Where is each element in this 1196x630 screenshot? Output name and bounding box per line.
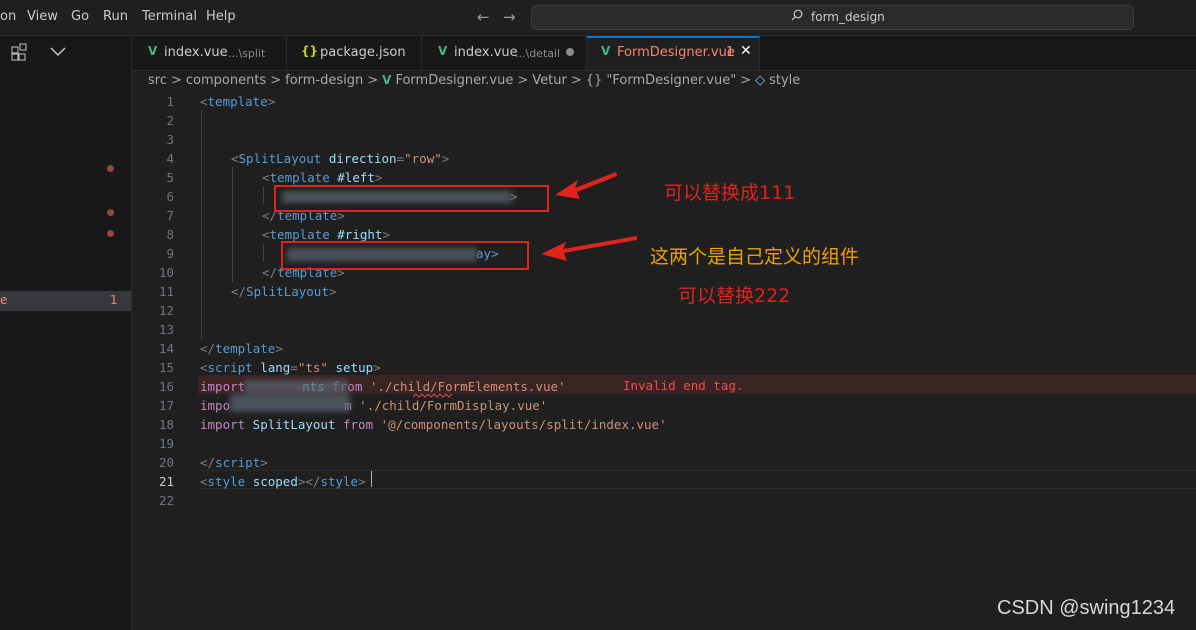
annotation-text-custom-components: 这两个是自己定义的组件	[650, 246, 860, 268]
annotation-arrows	[541, 172, 637, 261]
annotation-arrow	[541, 236, 637, 261]
annotation-text-replace-111: 可以替换成111	[664, 182, 796, 204]
annotation-arrow	[555, 172, 617, 199]
annotation-text-replace-222: 可以替换222	[678, 285, 791, 307]
watermark: CSDN @swing1234	[997, 597, 1176, 619]
